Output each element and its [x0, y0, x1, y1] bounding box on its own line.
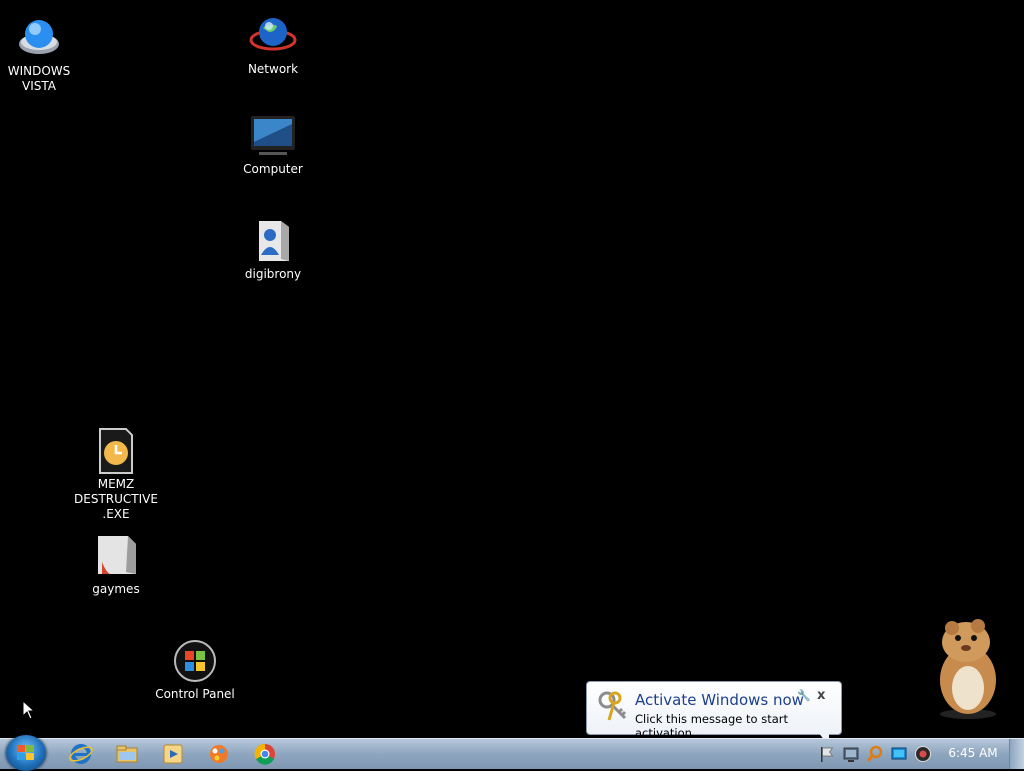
- desktop-icon-label: Computer: [243, 162, 303, 176]
- windows-logo-icon: [171, 637, 219, 685]
- chrome-icon[interactable]: [252, 742, 278, 766]
- desktop-icon-gaymes[interactable]: gaymes: [74, 532, 158, 597]
- activation-notification-balloon[interactable]: Activate Windows now Click this message …: [586, 681, 842, 747]
- orb-icon: [15, 14, 63, 62]
- display-icon[interactable]: [890, 745, 908, 763]
- volume-icon[interactable]: [914, 745, 932, 763]
- desktop-icon-network[interactable]: Network: [231, 12, 315, 77]
- monitor-icon: [249, 112, 297, 160]
- desktop-icon-label: digibrony: [244, 267, 302, 281]
- network-icon[interactable]: [842, 745, 860, 763]
- desktop-icon-label: gaymes: [92, 582, 140, 596]
- taskbar: 6:45 AM: [0, 735, 1024, 771]
- file-explorer-icon[interactable]: [114, 742, 140, 766]
- user-folder-icon: [249, 217, 297, 265]
- search-icon[interactable]: [866, 745, 884, 763]
- hamster-pet-image[interactable]: [918, 614, 1010, 720]
- media-player-icon[interactable]: [160, 742, 186, 766]
- clock-file-icon: [92, 427, 140, 475]
- keys-icon: [597, 690, 629, 722]
- show-desktop-button[interactable]: [1009, 739, 1024, 769]
- windows-flag-icon: [17, 745, 34, 760]
- desktop-icon-control-panel[interactable]: Control Panel: [153, 637, 237, 702]
- desktop-icon-label: WINDOWS VISTA: [7, 64, 71, 93]
- desktop-icon-memz[interactable]: MEMZ DESTRUCTIVE .EXE: [74, 427, 158, 522]
- mouse-cursor-icon: [22, 699, 36, 720]
- desktop-icon-label: Network: [247, 62, 299, 76]
- desktop-icon-windows-vista[interactable]: WINDOWS VISTA: [0, 14, 81, 94]
- desktop-icon-label: MEMZ DESTRUCTIVE .EXE: [74, 477, 158, 521]
- folder-icon: [92, 532, 140, 580]
- balloon-close-button[interactable]: x: [817, 688, 825, 703]
- balloon-title: Activate Windows now: [635, 691, 804, 709]
- balloon-options-icon[interactable]: 🔧: [797, 689, 811, 702]
- globe-icon: [249, 12, 297, 60]
- taskbar-clock[interactable]: 6:45 AM: [940, 746, 1006, 760]
- flag-icon[interactable]: [818, 745, 836, 763]
- desktop-icon-label: Control Panel: [155, 687, 235, 701]
- internet-explorer-icon[interactable]: [68, 742, 94, 766]
- start-button[interactable]: [6, 735, 46, 771]
- balloon-message: Click this message to start activation.: [635, 712, 789, 740]
- paint-icon[interactable]: [206, 742, 232, 766]
- desktop-icon-digibrony[interactable]: digibrony: [231, 217, 315, 282]
- desktop-icon-computer[interactable]: Computer: [231, 112, 315, 177]
